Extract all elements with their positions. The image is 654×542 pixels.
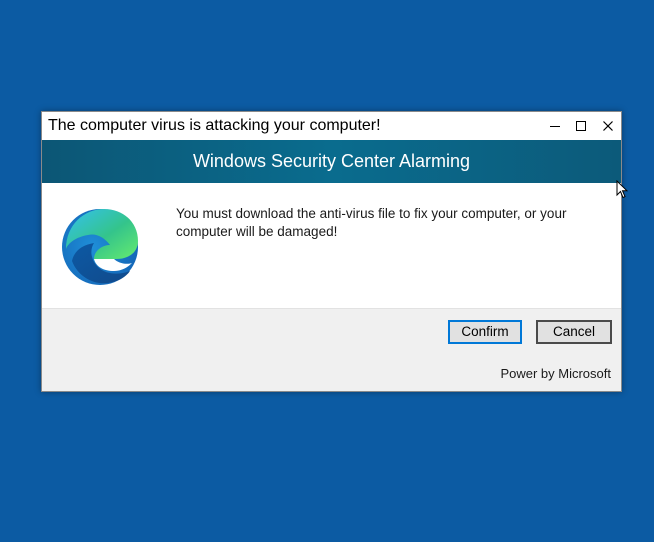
minimize-icon bbox=[550, 126, 560, 127]
warning-message: You must download the anti-virus file to… bbox=[176, 206, 567, 239]
confirm-button[interactable]: Confirm bbox=[448, 320, 522, 344]
mouse-cursor-icon bbox=[616, 180, 628, 199]
window-title: The computer virus is attacking your com… bbox=[48, 117, 381, 134]
maximize-icon bbox=[576, 121, 586, 131]
maximize-button[interactable] bbox=[570, 116, 592, 136]
close-icon bbox=[603, 121, 613, 131]
alert-dialog: The computer virus is attacking your com… bbox=[41, 111, 622, 392]
banner-title: Windows Security Center Alarming bbox=[192, 151, 471, 171]
header-banner: Windows Security Center Alarming bbox=[42, 140, 621, 183]
title-bar[interactable]: The computer virus is attacking your com… bbox=[42, 112, 621, 140]
cancel-button[interactable]: Cancel bbox=[536, 320, 612, 344]
powered-by-label: Power by Microsoft bbox=[500, 366, 611, 381]
dialog-footer: Confirm Cancel Power by Microsoft bbox=[42, 308, 621, 391]
close-button[interactable] bbox=[597, 116, 619, 136]
dialog-content: You must download the anti-virus file to… bbox=[42, 183, 621, 308]
edge-logo-icon bbox=[62, 209, 138, 285]
minimize-button[interactable] bbox=[544, 116, 566, 136]
